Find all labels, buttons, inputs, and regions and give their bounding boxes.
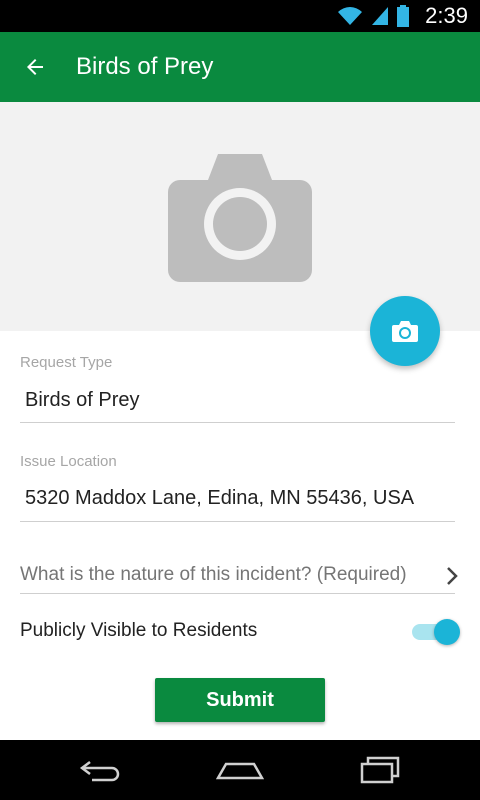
divider — [20, 422, 455, 423]
issue-location-field[interactable]: 5320 Maddox Lane, Edina, MN 55436, USA — [25, 487, 414, 510]
battery-icon — [397, 5, 410, 27]
public-visibility-toggle[interactable] — [410, 618, 460, 646]
issue-location-label: Issue Location — [20, 453, 117, 470]
nav-home-button[interactable] — [210, 754, 270, 786]
status-bar: 2:39 — [0, 0, 480, 32]
nav-recents-button[interactable] — [350, 754, 410, 786]
camera-icon — [168, 154, 312, 282]
request-type-label: Request Type — [20, 354, 113, 371]
take-photo-button[interactable] — [370, 296, 440, 366]
home-nav-icon — [216, 762, 264, 780]
navigation-bar — [0, 740, 480, 800]
arrow-left-icon — [27, 59, 43, 75]
app-bar: Birds of Prey — [0, 32, 480, 102]
nav-back-button[interactable] — [70, 754, 130, 786]
camera-icon — [392, 321, 418, 342]
wifi-icon — [338, 7, 363, 25]
page-title: Birds of Prey — [76, 53, 214, 80]
divider — [20, 521, 455, 522]
public-visibility-label: Publicly Visible to Residents — [20, 620, 258, 641]
toggle-thumb — [434, 619, 460, 645]
back-nav-icon — [79, 761, 120, 782]
request-type-field[interactable]: Birds of Prey — [25, 389, 139, 412]
back-button[interactable] — [0, 32, 70, 102]
signal-icon — [372, 7, 389, 25]
divider — [20, 593, 455, 594]
incident-nature-input[interactable] — [20, 560, 450, 590]
submit-button[interactable]: Submit — [155, 678, 325, 722]
recents-nav-icon — [360, 756, 400, 784]
chevron-right-icon[interactable] — [446, 566, 458, 586]
status-time: 2:39 — [425, 3, 468, 28]
